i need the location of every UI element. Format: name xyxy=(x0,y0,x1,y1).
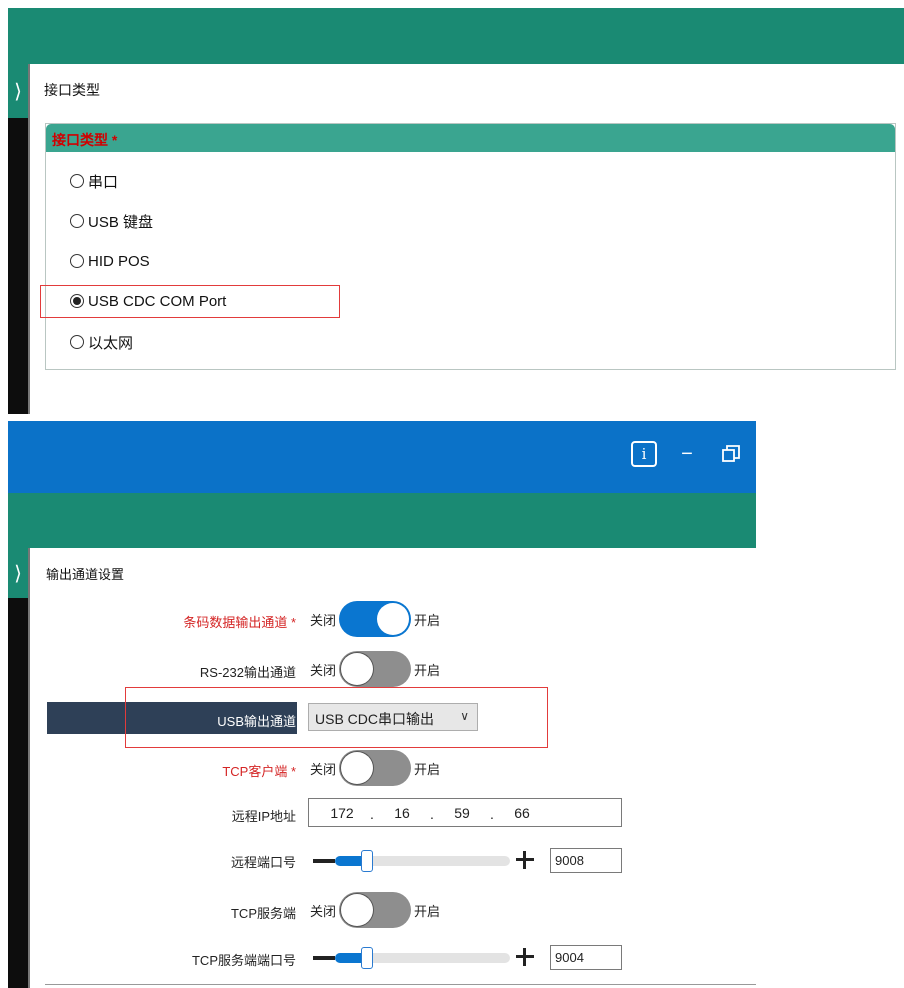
remote-port-label: 远程端口号 xyxy=(230,855,296,870)
radio-label: HID POS xyxy=(88,252,150,270)
required-mark: * xyxy=(111,132,118,148)
ip-octet[interactable]: 59 xyxy=(447,805,477,821)
wifi-icon[interactable]: ⟩ xyxy=(8,64,28,118)
minimize-icon[interactable]: − xyxy=(676,441,698,467)
highlight-box xyxy=(40,285,340,318)
toggle-off-label: 关闭 xyxy=(310,761,337,777)
divider xyxy=(45,984,756,985)
toggle-switch-off[interactable] xyxy=(339,651,412,687)
barcode-channel-toggle[interactable]: 关闭 开启 xyxy=(310,601,440,637)
ip-octet[interactable]: 172 xyxy=(327,805,357,821)
radio-circle[interactable] xyxy=(70,214,84,228)
tcp-client-label: TCP客户端 * xyxy=(222,764,296,779)
radio-usb-keyboard[interactable]: USB 键盘 xyxy=(70,208,153,234)
toggle-switch-off[interactable] xyxy=(339,892,412,928)
radio-circle[interactable] xyxy=(70,174,84,188)
toggle-knob xyxy=(341,653,374,685)
interface-type-group: 接口类型 * 串口 USB 键盘 HID POS USB CDC COM Por… xyxy=(45,123,896,370)
radio-label: 以太网 xyxy=(88,334,134,352)
rs232-channel-toggle[interactable]: 关闭 开启 xyxy=(310,651,440,687)
toggle-on-label: 开启 xyxy=(414,662,441,678)
group-title: 接口类型 xyxy=(52,132,108,148)
plus-icon[interactable] xyxy=(516,851,534,869)
toggle-off-label: 关闭 xyxy=(310,903,337,919)
minus-icon[interactable] xyxy=(313,859,335,863)
ip-dot: . xyxy=(430,806,434,822)
top-header-bar xyxy=(8,8,904,64)
toggle-off-label: 关闭 xyxy=(310,612,337,628)
radio-label: USB 键盘 xyxy=(88,213,154,231)
tcp-server-label: TCP服务端 xyxy=(230,906,296,921)
radio-ethernet[interactable]: 以太网 xyxy=(70,329,133,355)
remote-port-input[interactable]: 9008 xyxy=(550,848,622,873)
tcp-server-port-input[interactable]: 9004 xyxy=(550,945,622,970)
tcp-server-toggle[interactable]: 关闭 开启 xyxy=(310,892,440,928)
ip-octet[interactable]: 66 xyxy=(507,805,537,821)
radio-label: 串口 xyxy=(88,173,119,191)
wifi-icon[interactable]: ⟩ xyxy=(8,548,28,598)
radio-serial[interactable]: 串口 xyxy=(70,168,118,194)
section-title: 输出通道设置 xyxy=(46,567,125,582)
section-title: 接口类型 xyxy=(44,82,100,98)
minus-icon[interactable] xyxy=(313,956,335,960)
toggle-on-label: 开启 xyxy=(414,761,441,777)
radio-circle[interactable] xyxy=(70,335,84,349)
ip-dot: . xyxy=(370,806,374,822)
toggle-on-label: 开启 xyxy=(414,612,441,628)
toolbar-bar xyxy=(8,493,756,548)
highlight-box xyxy=(125,687,548,748)
toggle-knob xyxy=(341,752,374,784)
remote-ip-input[interactable]: 172 . 16 . 59 . 66 xyxy=(308,798,622,827)
slider-thumb[interactable] xyxy=(361,850,373,872)
ip-octet[interactable]: 16 xyxy=(387,805,417,821)
rs232-channel-label: RS-232输出通道 xyxy=(199,665,296,680)
tcp-server-port-label: TCP服务端端口号 xyxy=(191,953,296,968)
toggle-switch-on[interactable] xyxy=(339,601,412,637)
side-strip xyxy=(8,548,28,988)
group-header: 接口类型 * xyxy=(46,124,895,152)
toggle-knob xyxy=(377,603,410,635)
slider-thumb[interactable] xyxy=(361,947,373,969)
toggle-switch-off[interactable] xyxy=(339,750,412,786)
plus-icon[interactable] xyxy=(516,948,534,966)
radio-circle[interactable] xyxy=(70,254,84,268)
toggle-off-label: 关闭 xyxy=(310,662,337,678)
info-icon[interactable]: i xyxy=(631,441,657,467)
barcode-channel-label: 条码数据输出通道 * xyxy=(183,615,296,630)
remote-ip-label: 远程IP地址 xyxy=(231,809,296,824)
ip-dot: . xyxy=(490,806,494,822)
restore-icon[interactable] xyxy=(716,441,746,467)
tcp-client-toggle[interactable]: 关闭 开启 xyxy=(310,750,440,786)
radio-hid-pos[interactable]: HID POS xyxy=(70,248,150,274)
toggle-knob xyxy=(341,894,374,926)
toggle-on-label: 开启 xyxy=(414,903,441,919)
